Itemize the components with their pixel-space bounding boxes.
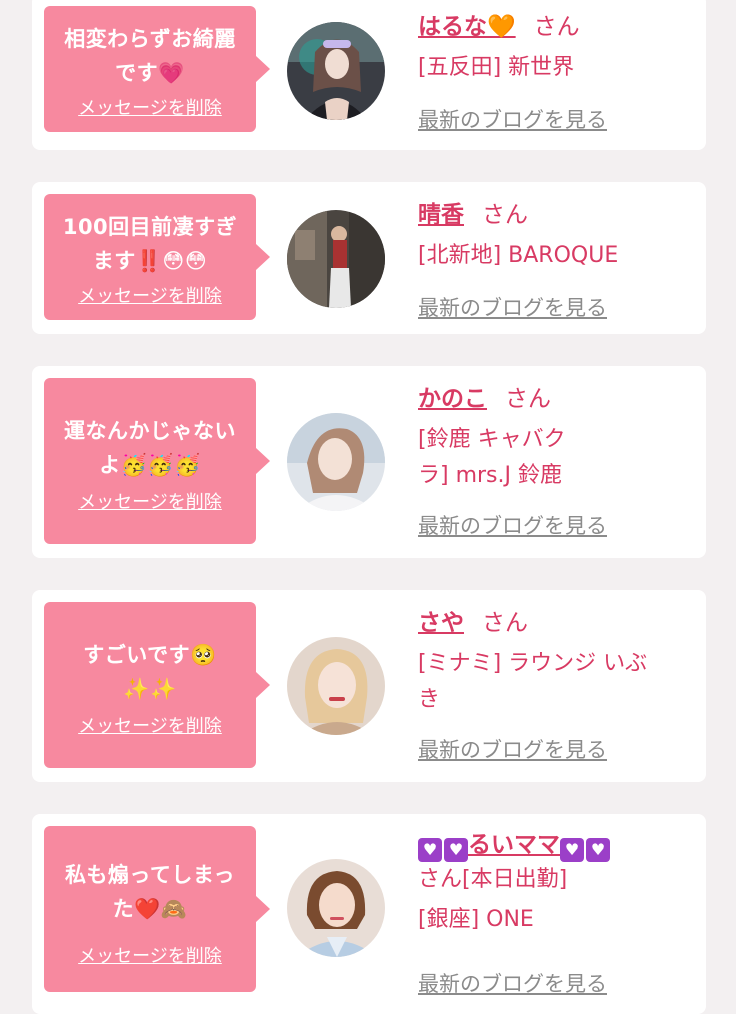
cast-name-link[interactable]: かのこ bbox=[418, 386, 487, 412]
avatar-photo bbox=[287, 859, 385, 957]
avatar[interactable] bbox=[287, 637, 385, 735]
avatar-photo bbox=[287, 210, 385, 308]
message-text-line: 運なんかじゃない bbox=[64, 419, 236, 443]
avatar-photo bbox=[287, 413, 385, 511]
honorific: さん bbox=[533, 14, 580, 40]
cast-info: さや さん [ミナミ] ラウンジ いぶ き 最新のブログを見る bbox=[418, 606, 688, 762]
name-line: はるな🧡 さん bbox=[418, 10, 688, 44]
name-line: ♥ ♥ るいママ ♥ ♥ bbox=[418, 828, 688, 862]
purple-heart-icon: ♥ bbox=[586, 838, 610, 862]
name-line: さや さん bbox=[418, 606, 688, 640]
message-text-line: ✨✨ bbox=[123, 677, 177, 701]
honorific-status-line: さん[本日出勤] bbox=[418, 867, 568, 892]
shop-label-line: [銀座] ONE bbox=[418, 907, 534, 932]
avatar-photo bbox=[287, 637, 385, 735]
name-line: 晴香 さん bbox=[418, 198, 688, 232]
blog-link[interactable]: 最新のブログを見る bbox=[418, 734, 607, 764]
message-bubble: 運なんかじゃない よ🥳🥳🥳 メッセージを削除 bbox=[44, 378, 270, 544]
name-line: かのこ さん bbox=[418, 382, 688, 416]
message-text-line: た❤️🙈 bbox=[112, 897, 188, 921]
message-card: すごいです🥺 ✨✨ メッセージを削除 さや さん [ミナミ] ラウンジ いぶ き … bbox=[32, 590, 706, 782]
avatar[interactable] bbox=[287, 413, 385, 511]
avatar-photo bbox=[287, 22, 385, 120]
cast-info: ♥ ♥ るいママ ♥ ♥ さん[本日出勤] [銀座] ONE 最新のブログを見る bbox=[418, 828, 688, 996]
cast-info: かのこ さん [鈴鹿 キャバク ラ] mrs.J 鈴鹿 最新のブログを見る bbox=[418, 382, 688, 538]
message-text-line: 相変わらずお綺麗 bbox=[64, 27, 236, 51]
shop-label: [ミナミ] ラウンジ いぶ き bbox=[418, 646, 688, 718]
cast-name-link[interactable]: はるな🧡 bbox=[418, 14, 516, 40]
message-bubble: 100回目前凄すぎ ます‼️😳😳 メッセージを削除 bbox=[44, 194, 270, 320]
cast-info: 晴香 さん [北新地] BAROQUE 最新のブログを見る bbox=[418, 198, 688, 320]
shop-label-line: [ミナミ] ラウンジ いぶ bbox=[418, 651, 648, 676]
cast-name-link[interactable]: ♥ ♥ るいママ ♥ ♥ bbox=[418, 832, 610, 862]
blog-link[interactable]: 最新のブログを見る bbox=[418, 510, 607, 540]
avatar[interactable] bbox=[287, 859, 385, 957]
shop-label: さん[本日出勤] [銀座] ONE bbox=[418, 862, 688, 938]
delete-message-link[interactable]: メッセージを削除 bbox=[44, 282, 256, 308]
message-bubble: 相変わらずお綺麗 です💗 メッセージを削除 bbox=[44, 6, 270, 132]
shop-label-line: ラ] mrs.J 鈴鹿 bbox=[418, 463, 562, 488]
message-text: 相変わらずお綺麗 です💗 bbox=[50, 22, 250, 90]
shop-label-line: き bbox=[418, 687, 441, 712]
blog-link[interactable]: 最新のブログを見る bbox=[418, 292, 607, 322]
cast-info: はるな🧡 さん [五反田] 新世界 最新のブログを見る bbox=[418, 10, 688, 132]
cast-name-link[interactable]: 晴香 bbox=[418, 202, 464, 228]
message-card: 相変わらずお綺麗 です💗 メッセージを削除 はるな🧡 さん [五反田] 新世界 最… bbox=[32, 0, 706, 150]
message-text-line: です💗 bbox=[115, 61, 185, 85]
message-text: 私も煽ってしまっ た❤️🙈 bbox=[50, 858, 250, 926]
message-text-line: 100回目前凄すぎ bbox=[62, 215, 238, 239]
delete-message-link[interactable]: メッセージを削除 bbox=[44, 712, 256, 738]
delete-message-link[interactable]: メッセージを削除 bbox=[44, 942, 256, 968]
message-bubble: 私も煽ってしまっ た❤️🙈 メッセージを削除 bbox=[44, 826, 270, 992]
message-text-line: すごいです🥺 bbox=[83, 643, 217, 667]
blog-link[interactable]: 最新のブログを見る bbox=[418, 104, 607, 134]
message-bubble: すごいです🥺 ✨✨ メッセージを削除 bbox=[44, 602, 270, 768]
avatar[interactable] bbox=[287, 22, 385, 120]
message-card: 100回目前凄すぎ ます‼️😳😳 メッセージを削除 晴香 さん [北新地] BAR… bbox=[32, 182, 706, 334]
message-text: すごいです🥺 ✨✨ bbox=[50, 638, 250, 706]
shop-label: [北新地] BAROQUE bbox=[418, 243, 619, 268]
message-text-line: ます‼️😳😳 bbox=[92, 249, 208, 273]
message-card: 運なんかじゃない よ🥳🥳🥳 メッセージを削除 かのこ さん [鈴鹿 キャバク ラ]… bbox=[32, 366, 706, 558]
shop-label: [五反田] 新世界 bbox=[418, 55, 575, 80]
purple-heart-icon: ♥ bbox=[444, 838, 468, 862]
message-text-line: 私も煽ってしまっ bbox=[64, 863, 236, 887]
honorific: さん bbox=[505, 386, 551, 412]
honorific: さん bbox=[482, 610, 528, 636]
purple-heart-icon: ♥ bbox=[560, 838, 584, 862]
shop-label: [鈴鹿 キャバク ラ] mrs.J 鈴鹿 bbox=[418, 422, 688, 494]
message-card: 私も煽ってしまっ た❤️🙈 メッセージを削除 ♥ ♥ るいママ ♥ ♥ さん[本日出勤]… bbox=[32, 814, 706, 1014]
delete-message-link[interactable]: メッセージを削除 bbox=[44, 94, 256, 120]
avatar[interactable] bbox=[287, 210, 385, 308]
message-text: 100回目前凄すぎ ます‼️😳😳 bbox=[50, 210, 250, 278]
message-text-line: よ🥳🥳🥳 bbox=[99, 453, 201, 477]
blog-link[interactable]: 最新のブログを見る bbox=[418, 968, 607, 998]
message-text: 運なんかじゃない よ🥳🥳🥳 bbox=[50, 414, 250, 482]
purple-heart-icon: ♥ bbox=[418, 838, 442, 862]
cast-name-text: るいママ bbox=[468, 832, 560, 858]
honorific: さん bbox=[482, 202, 528, 228]
delete-message-link[interactable]: メッセージを削除 bbox=[44, 488, 256, 514]
shop-label-line: [鈴鹿 キャバク bbox=[418, 427, 566, 452]
cast-name-link[interactable]: さや bbox=[418, 610, 464, 636]
